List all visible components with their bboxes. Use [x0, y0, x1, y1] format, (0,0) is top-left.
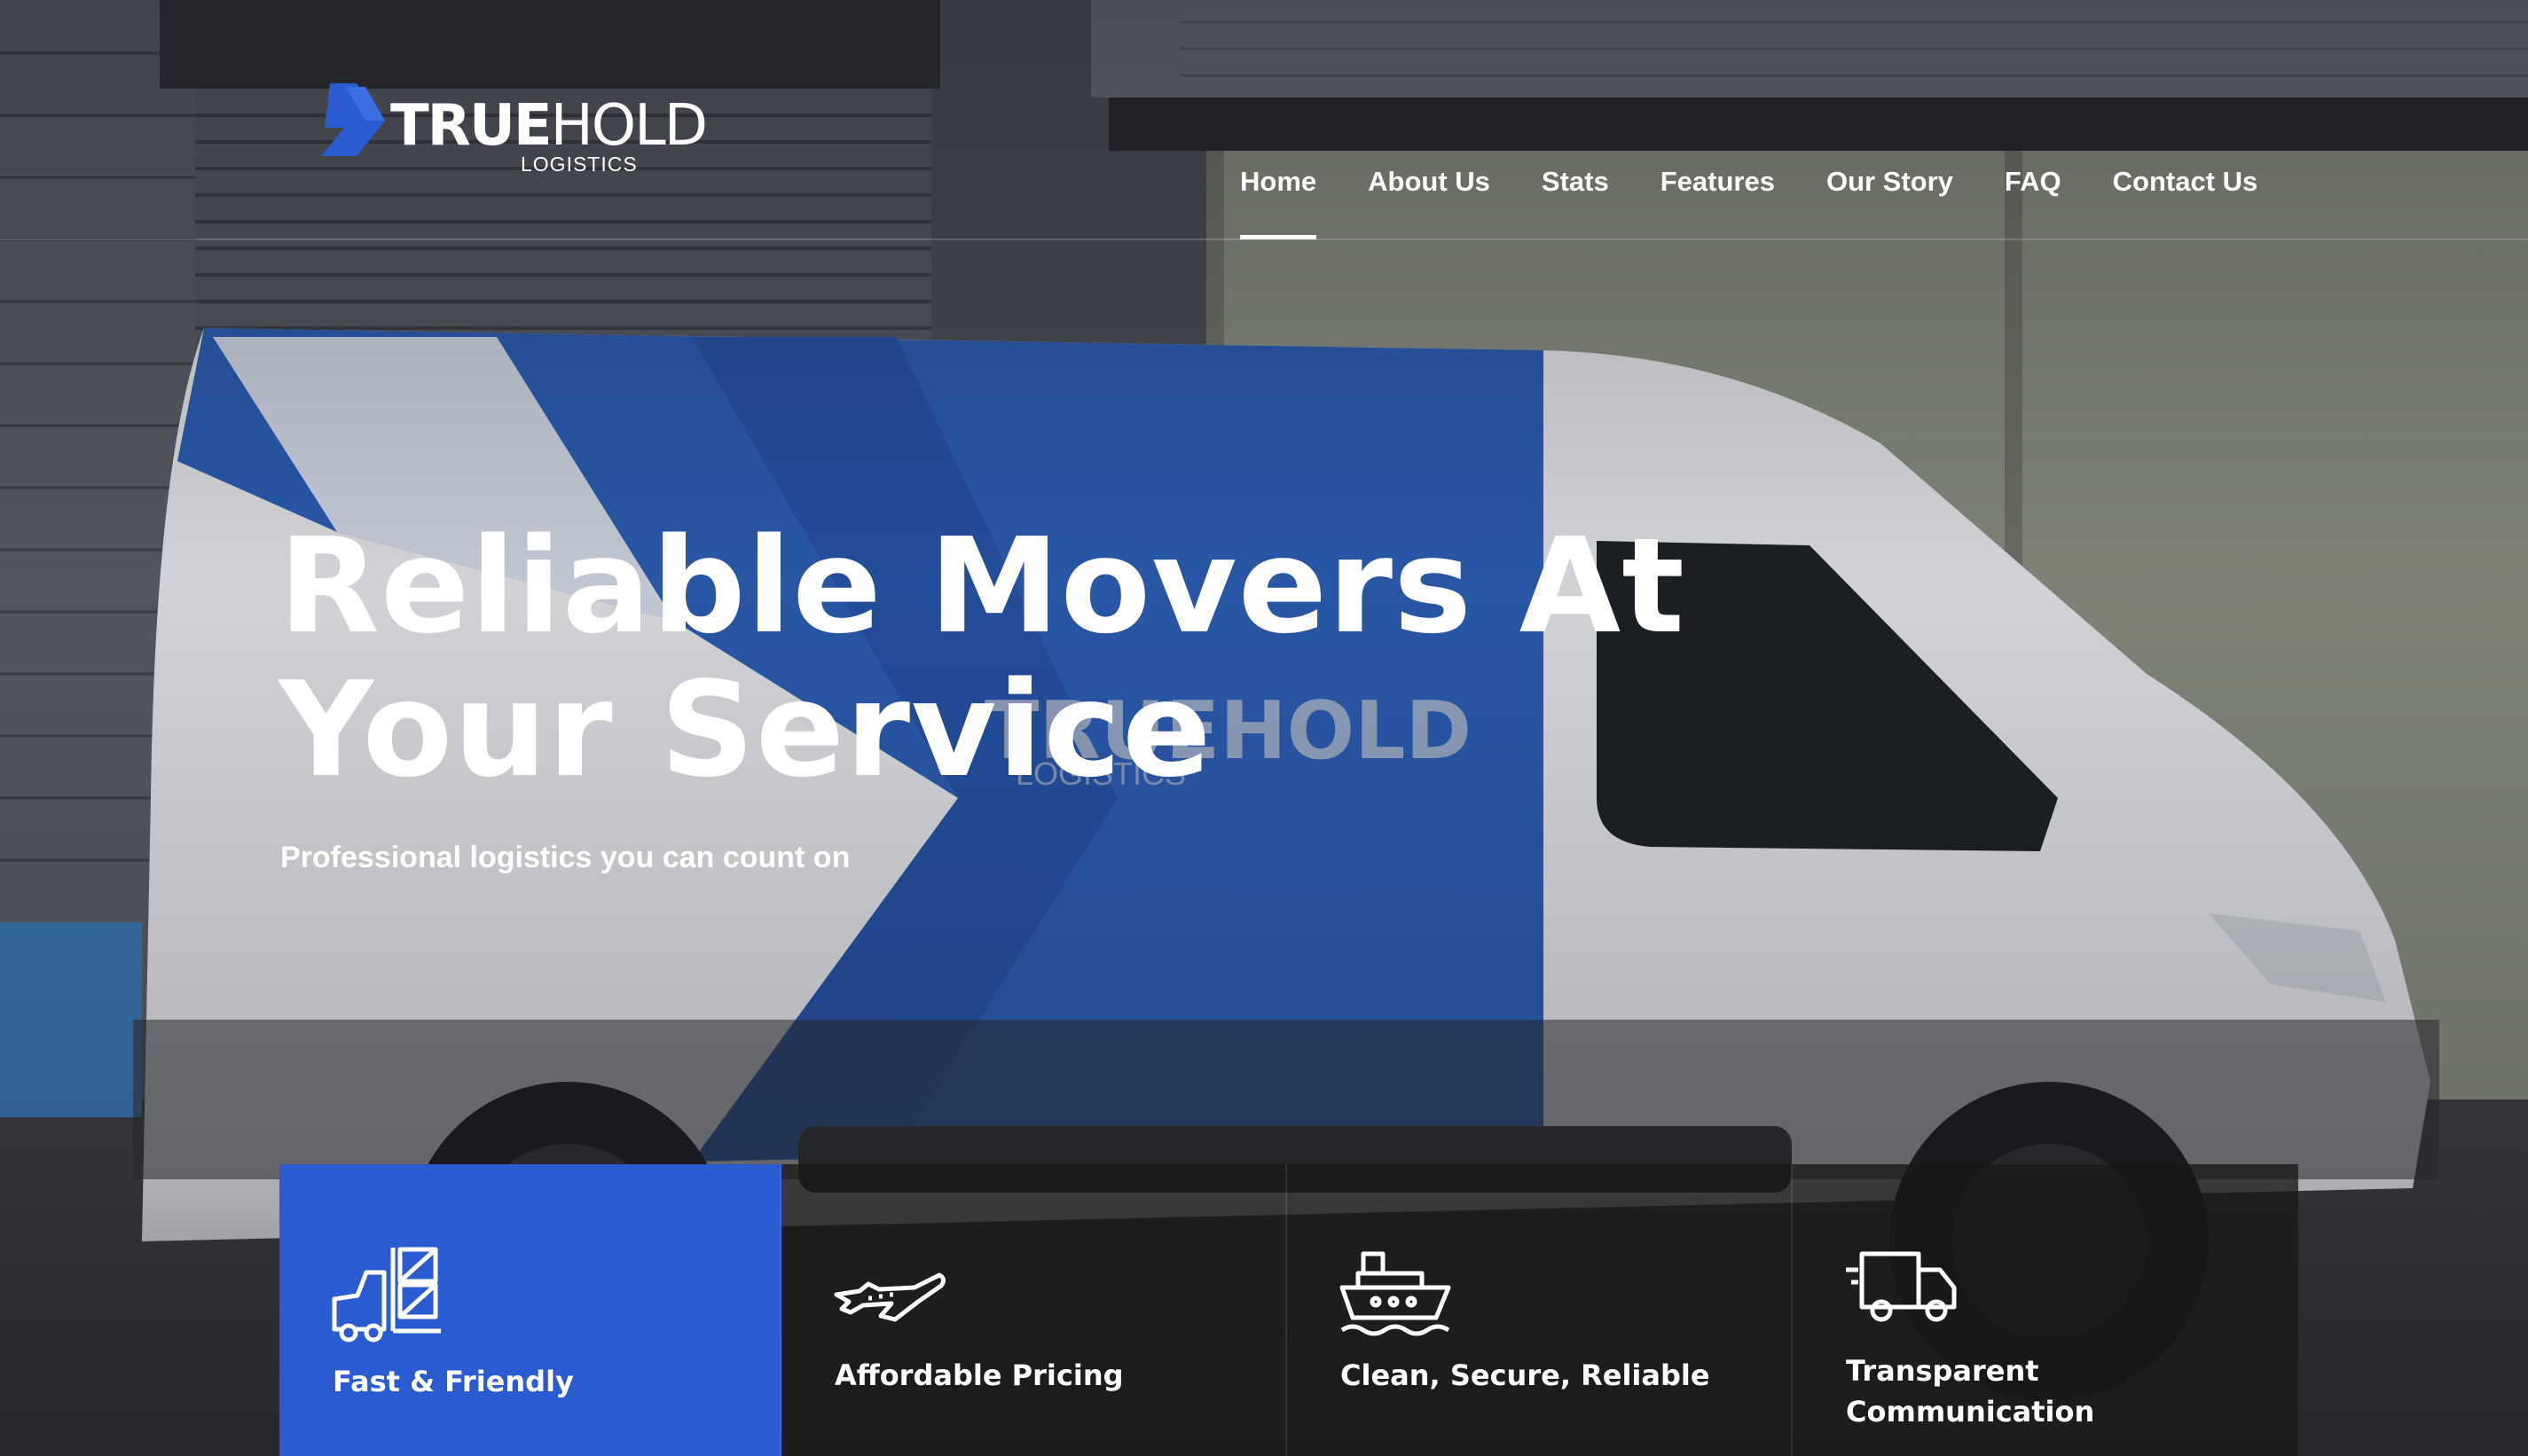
feature-strip: Fast & Friendly Affordable Pricing Clean…	[279, 1164, 2299, 1456]
brand-name-light: HOLD	[550, 93, 708, 159]
feature-label: Transparent Communication	[1846, 1354, 2095, 1429]
arrow-chevron-logo-icon	[321, 83, 385, 156]
forklift-boxes-icon	[332, 1247, 441, 1342]
hero-subtitle: Professional logistics you can count on	[280, 841, 851, 874]
nav-faq[interactable]: FAQ	[2005, 133, 2061, 239]
hero-title: Reliable Movers At Your Service	[279, 510, 1685, 806]
feature-card-clean-secure-reliable[interactable]: Clean, Secure, Reliable	[1287, 1164, 1793, 1456]
feature-card-fast-friendly[interactable]: Fast & Friendly	[279, 1164, 781, 1456]
brand-name-bold: TRUE	[390, 93, 553, 159]
hero-title-line-2: Your Service	[279, 654, 1213, 806]
feature-card-transparent-communication[interactable]: Transparent Communication	[1793, 1164, 2298, 1456]
nav-our-story[interactable]: Our Story	[1826, 133, 1953, 239]
feature-label: Affordable Pricing	[835, 1358, 1124, 1392]
nav-home[interactable]: Home	[1240, 133, 1317, 239]
airplane-icon	[834, 1272, 946, 1322]
main-nav: Home About Us Stats Features Our Story F…	[1240, 133, 2257, 239]
brand-logo[interactable]: TRUEHOLD LOGISTICS	[321, 80, 765, 182]
delivery-truck-icon	[1846, 1251, 1957, 1322]
nav-features[interactable]: Features	[1660, 133, 1775, 239]
header-divider	[0, 239, 2528, 240]
feature-label: Fast & Friendly	[333, 1365, 574, 1398]
brand-name: TRUEHOLD	[390, 98, 708, 154]
feature-label: Clean, Secure, Reliable	[1340, 1358, 1710, 1392]
feature-card-affordable-pricing[interactable]: Affordable Pricing	[781, 1164, 1287, 1456]
nav-stats[interactable]: Stats	[1542, 133, 1609, 239]
brand-tagline: LOGISTICS	[521, 153, 638, 176]
hero-title-line-1: Reliable Movers At	[279, 510, 1685, 662]
nav-about-us[interactable]: About Us	[1368, 133, 1490, 239]
cargo-ship-icon	[1339, 1251, 1451, 1336]
site-header: TRUEHOLD LOGISTICS Home About Us Stats F…	[0, 0, 2528, 240]
nav-contact-us[interactable]: Contact Us	[2113, 133, 2258, 239]
